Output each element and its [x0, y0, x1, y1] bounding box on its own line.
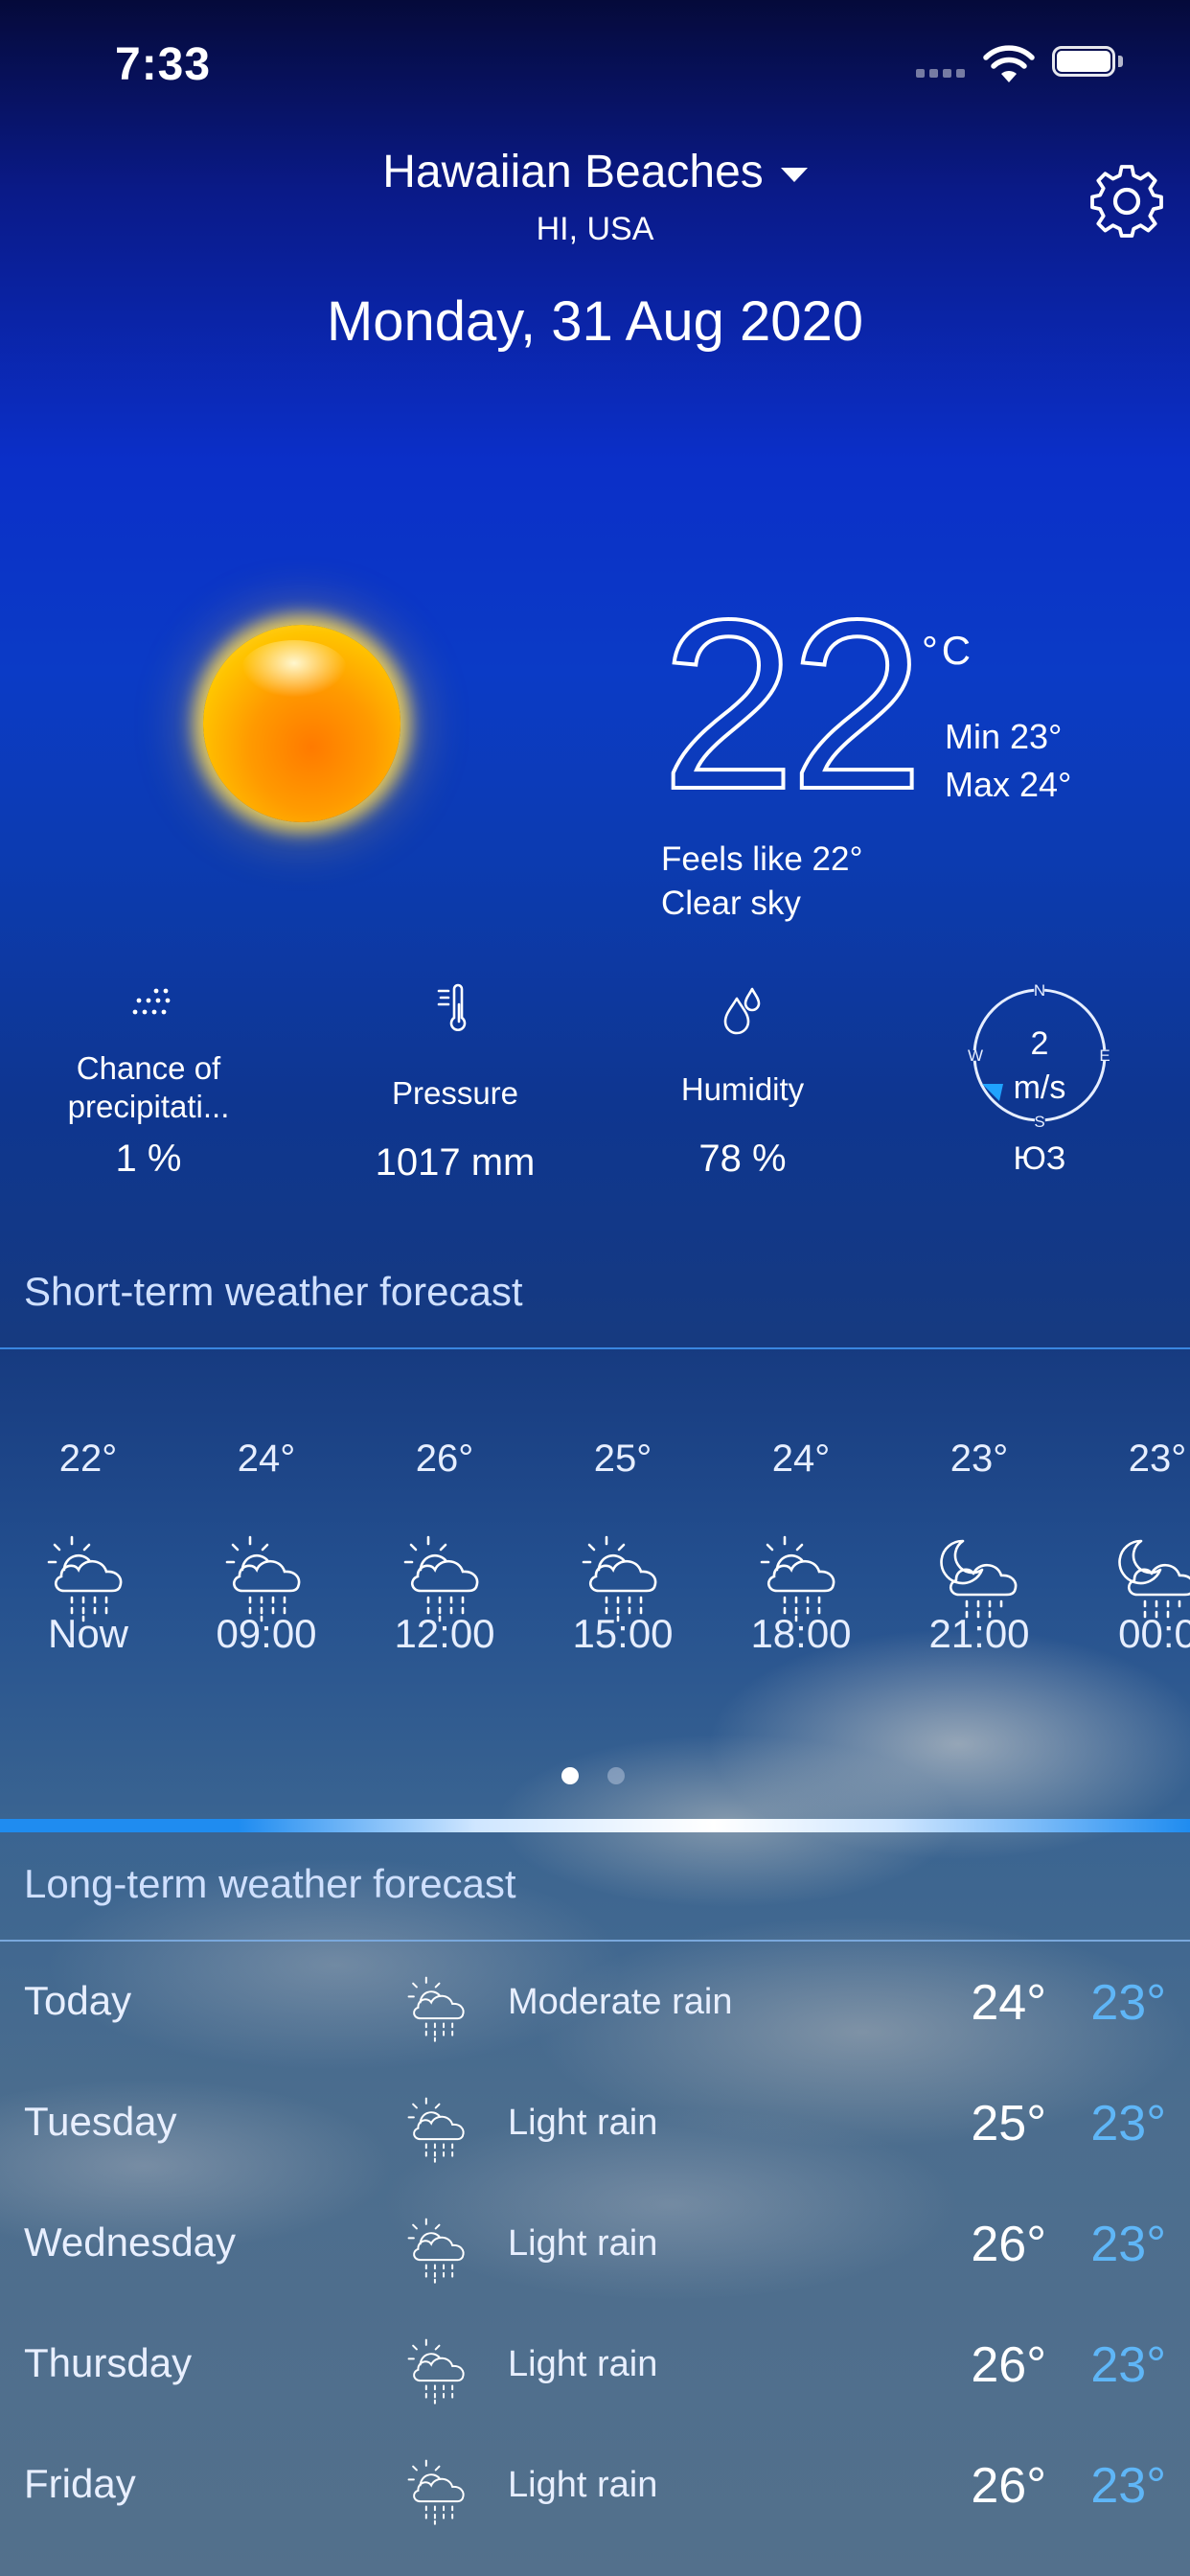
page-dot[interactable] — [607, 1767, 625, 1784]
hour-item: 26° 12:00 — [373, 1438, 516, 1657]
day-min: 23° — [1090, 2337, 1166, 2393]
day-min: 23° — [1090, 2096, 1166, 2151]
wind-compass: N E S W 2 m/s — [968, 983, 1111, 1127]
city-name: Hawaiian Beaches — [382, 147, 764, 197]
sun-cloud-rain-icon — [404, 2091, 477, 2164]
day-name: Today — [24, 1978, 132, 2023]
hour-temp: 23° — [1128, 1438, 1187, 1480]
wind-speed: 2 — [1030, 1025, 1049, 1062]
day-row[interactable]: Today Moderate rain 24° 23° — [0, 1944, 1190, 2064]
compass-s: S — [1034, 1113, 1044, 1127]
divider — [0, 1940, 1190, 1942]
hour-item: 23° 00:0 — [1086, 1438, 1190, 1657]
day-max: 25° — [971, 2096, 1046, 2151]
stat-label: Chance of precipitati... — [67, 1050, 230, 1124]
day-row[interactable]: Wednesday Light rain 26° 23° — [0, 2185, 1190, 2306]
long-term-title: Long-term weather forecast — [24, 1861, 516, 1906]
day-name: Thursday — [24, 2340, 193, 2385]
precipitation-icon — [132, 988, 171, 1015]
stat-pressure: Pressure 1017 mm — [345, 983, 565, 1184]
stat-precipitation: Chance of precipitati... 1 % — [38, 983, 259, 1181]
day-name: Friday — [24, 2461, 136, 2506]
sun-cloud-rain-icon — [404, 2453, 477, 2526]
divider — [0, 1347, 1190, 1349]
sun-highlight — [241, 640, 347, 698]
location-selector[interactable]: Hawaiian Beaches — [0, 146, 1190, 198]
moon-cloud-rain-icon — [1112, 1528, 1190, 1623]
current-temperature: 22 — [659, 570, 926, 840]
sun-cloud-rain-icon — [756, 1528, 852, 1623]
day-condition: Light rain — [508, 2223, 658, 2264]
stat-label: Humidity — [680, 1071, 805, 1107]
day-row[interactable]: Tuesday Light rain 25° 23° — [0, 2064, 1190, 2185]
sun-cloud-rain-icon — [404, 1970, 477, 2043]
feels-like-block: Feels like 22° Clear sky — [661, 838, 862, 926]
moon-cloud-rain-icon — [934, 1528, 1030, 1623]
hour-temp: 25° — [593, 1438, 652, 1480]
sun-cloud-rain-icon — [404, 2333, 477, 2405]
sun-cloud-rain-icon — [43, 1528, 139, 1623]
hour-item: 24° 09:00 — [195, 1438, 338, 1657]
day-condition: Moderate rain — [508, 1982, 733, 2022]
stat-value: 78 % — [698, 1138, 787, 1180]
page-dot-active[interactable] — [561, 1767, 579, 1784]
battery-icon — [1052, 46, 1125, 80]
day-condition: Light rain — [508, 2465, 658, 2505]
sun-cloud-rain-icon — [404, 2212, 477, 2285]
section-glow-divider — [0, 1819, 1190, 1832]
day-max: 26° — [971, 2217, 1046, 2272]
stat-value: 1017 mm — [375, 1141, 536, 1184]
hour-item: 25° 15:00 — [551, 1438, 695, 1657]
feels-like: Feels like 22° — [661, 840, 863, 878]
day-name: Wednesday — [24, 2220, 237, 2265]
min-temperature: Min 23° — [945, 717, 1063, 756]
stat-value: 1 % — [115, 1138, 182, 1180]
wind-direction: ЮЗ — [1013, 1140, 1066, 1177]
hour-temp: 24° — [771, 1438, 831, 1480]
hour-temp: 26° — [415, 1438, 474, 1480]
chevron-down-icon — [780, 167, 808, 182]
stat-label: Pressure — [391, 1075, 519, 1111]
stat-humidity: Humidity 78 % — [632, 983, 853, 1181]
day-condition: Light rain — [508, 2103, 658, 2143]
current-date: Monday, 31 Aug 2020 — [326, 290, 864, 353]
day-min: 23° — [1090, 1975, 1166, 2031]
day-condition: Light rain — [508, 2344, 658, 2384]
status-time: 7:33 — [115, 39, 212, 90]
wind-unit: m/s — [1013, 1070, 1066, 1106]
temperature-unit: °C — [922, 628, 975, 673]
region-label: HI, USA — [536, 211, 654, 247]
hour-temp: 22° — [58, 1438, 118, 1480]
day-name: Tuesday — [24, 2099, 177, 2144]
hour-item: 22° Now — [16, 1438, 160, 1657]
day-row[interactable]: Thursday Light rain 26° 23° — [0, 2306, 1190, 2426]
page-indicator[interactable] — [561, 1767, 629, 1784]
wifi-icon — [983, 45, 1035, 82]
hourly-forecast-list[interactable]: 22° Now 24° 09:00 26° 12:00 25° 15:00 24… — [0, 1438, 1190, 1725]
day-min: 23° — [1090, 2458, 1166, 2514]
day-min: 23° — [1090, 2217, 1166, 2272]
day-row[interactable]: Friday Light rain 26° 23° — [0, 2426, 1190, 2547]
short-term-title: Short-term weather forecast — [24, 1269, 523, 1314]
sun-cloud-rain-icon — [221, 1528, 317, 1623]
thermometer-icon — [437, 983, 467, 1031]
min-max-temperature: Min 23° Max 24° — [945, 713, 1071, 809]
sun-cloud-rain-icon — [400, 1528, 495, 1623]
hour-item: 23° 21:00 — [907, 1438, 1051, 1657]
day-max: 24° — [971, 1975, 1046, 2031]
compass-n: N — [1034, 983, 1045, 1000]
day-max: 26° — [971, 2337, 1046, 2393]
hour-item: 24° 18:00 — [729, 1438, 873, 1657]
day-max: 26° — [971, 2458, 1046, 2514]
gear-icon[interactable] — [1087, 161, 1167, 242]
hour-temp: 24° — [237, 1438, 296, 1480]
max-temperature: Max 24° — [945, 765, 1072, 804]
condition: Clear sky — [661, 885, 801, 922]
sun-cloud-rain-icon — [578, 1528, 674, 1623]
humidity-icon — [723, 987, 761, 1035]
signal-icon — [916, 69, 970, 79]
hour-temp: 23° — [950, 1438, 1009, 1480]
